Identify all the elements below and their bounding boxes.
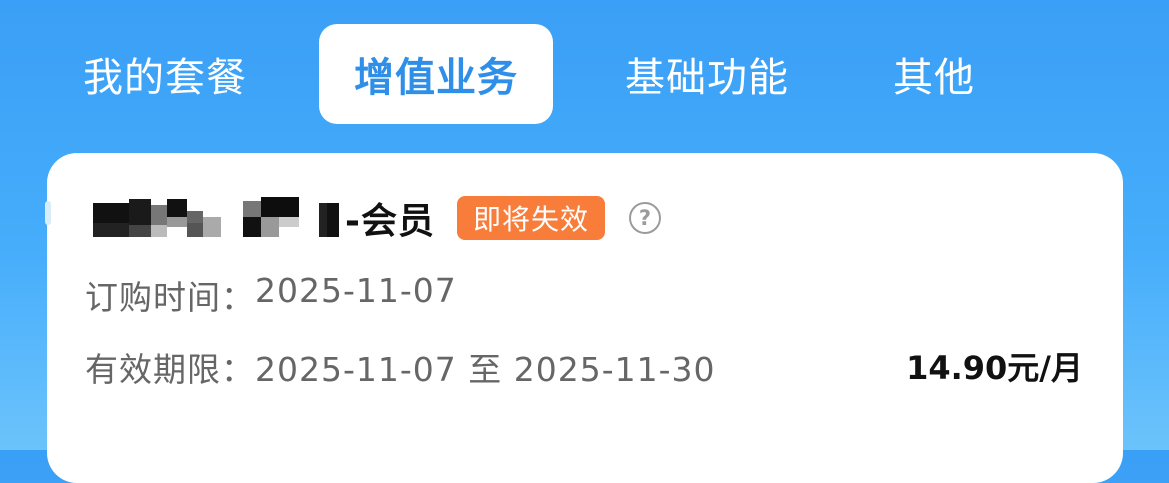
monthly-price: 14.90元/月 [906,349,1083,387]
tab-bar: 我的套餐 增值业务 基础功能 其他 [0,0,1169,140]
card-edge-marker [45,201,51,225]
tab-other[interactable]: 其他 [862,24,1006,124]
expiring-status-badge: 即将失效 [456,196,605,240]
redacted-service-name [93,193,345,243]
tab-basic-functions[interactable]: 基础功能 [596,24,818,124]
validity-label: 有效期限： [85,350,255,389]
validity-row: 有效期限： 2025-11-07 至 2025-11-30 [85,343,716,391]
tab-value-added-services[interactable]: 增值业务 [319,24,553,124]
question-circle-icon[interactable]: ? [628,202,661,234]
tab-my-plan[interactable]: 我的套餐 [52,24,278,124]
subscription-card[interactable]: -会员 即将失效 ? 订购时间： 2025-11-07 有效期限： 2025-1… [45,153,1123,483]
subscription-title: -会员 [345,201,435,242]
order-time-label: 订购时间： [85,278,255,317]
order-time-row: 订购时间： 2025-11-07 [85,271,457,319]
subscription-title-row: -会员 即将失效 ? [93,193,661,243]
validity-value: 2025-11-07 至 2025-11-30 [255,350,716,389]
order-time-value: 2025-11-07 [255,271,457,310]
